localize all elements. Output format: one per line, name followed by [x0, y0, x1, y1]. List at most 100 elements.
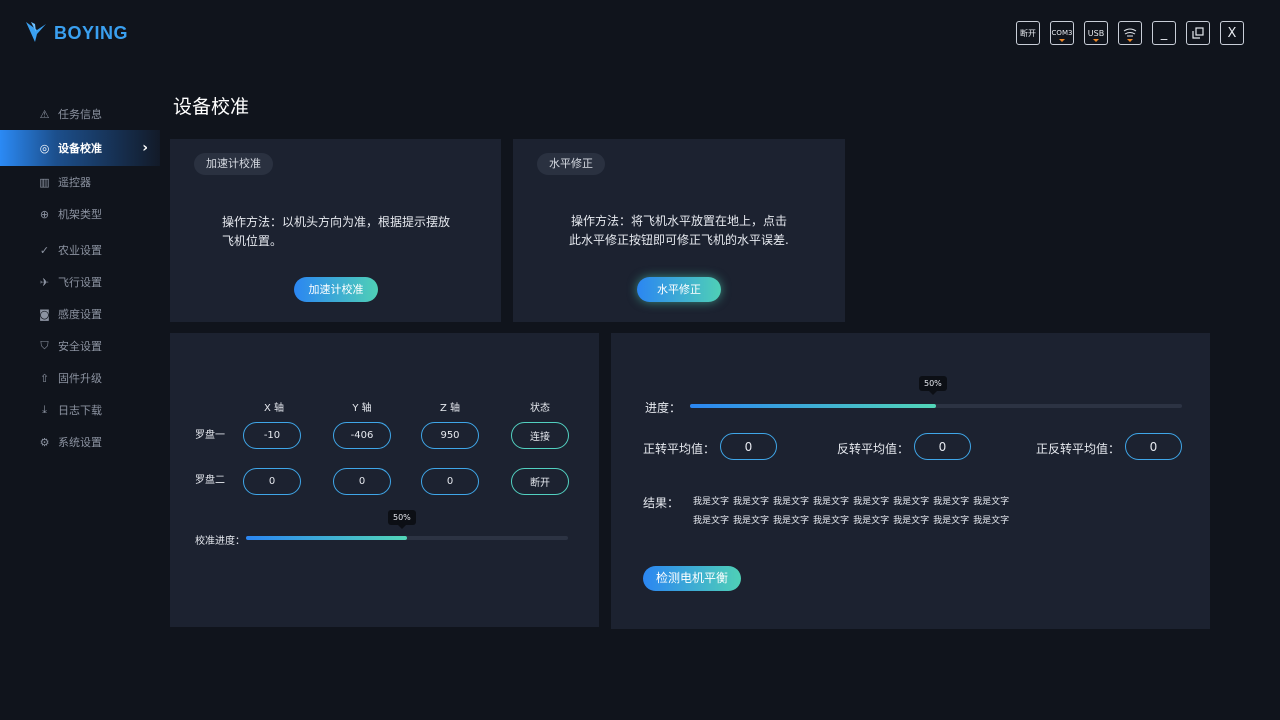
status-marker	[1059, 39, 1065, 42]
sidebar-item-firmware[interactable]: ⇧ 固件升级	[0, 362, 160, 394]
sidebar-item-agriculture[interactable]: ✓ 农业设置	[0, 234, 160, 266]
restore-button[interactable]	[1186, 21, 1210, 45]
result-item: 我是文字	[773, 497, 810, 507]
sidebar-item-label: 机架类型	[58, 208, 102, 221]
col-header-state: 状态	[530, 403, 550, 414]
forward-avg-value: 0	[720, 433, 777, 460]
combined-avg-value: 0	[1125, 433, 1182, 460]
motor-progress-tooltip: 50%	[919, 376, 947, 395]
result-item: 我是文字	[973, 516, 1010, 526]
level-instruction-line1: 操作方法：将飞机水平放置在地上，点击	[571, 214, 788, 228]
accel-tag: 加速计校准	[194, 153, 273, 175]
sidebar-item-label: 感度设置	[58, 308, 102, 321]
compass-progress-tooltip: 50%	[388, 510, 416, 529]
sidebar-item-label: 设备校准	[58, 142, 102, 155]
result-item: 我是文字	[893, 516, 930, 526]
compass1-z-value: 950	[421, 422, 479, 449]
sidebar-item-label: 日志下载	[58, 404, 102, 417]
com-port-button[interactable]: COM3	[1050, 21, 1074, 45]
sidebar-item-label: 飞行设置	[58, 276, 102, 289]
disconnect-button[interactable]: 断开	[1016, 21, 1040, 45]
usb-button[interactable]: USB	[1084, 21, 1108, 45]
compass-icon: ◎	[39, 141, 50, 155]
accel-calibrate-button[interactable]: 加速计校准	[294, 277, 378, 302]
check-motor-balance-button[interactable]: 检测电机平衡	[643, 566, 741, 591]
sidebar-item-system[interactable]: ⚙ 系统设置	[0, 426, 160, 458]
close-button[interactable]: X	[1220, 21, 1244, 45]
result-item: 我是文字	[893, 497, 930, 507]
level-correction-panel: 水平修正 操作方法：将飞机水平放置在地上，点击 此水平修正按钮即可修正飞机的水平…	[513, 139, 845, 322]
level-instruction-line2: 此水平修正按钮即可修正飞机的水平误差.	[569, 233, 789, 247]
accel-calibration-panel: 加速计校准 操作方法：以机头方向为准，根据提示摆放 飞机位置。 加速计校准	[170, 139, 501, 322]
shield-icon: ⛉	[40, 339, 49, 352]
accel-instruction-line2: 飞机位置。	[222, 234, 283, 248]
crosshair-icon: ⊕	[39, 207, 50, 221]
sidebar: ⚠ 任务信息 ◎ 设备校准 › ▥ 遥控器 ⊕ 机架类型 ✓ 农业设置 ✈ 飞行…	[0, 98, 160, 458]
compass-progress-fill	[246, 536, 407, 540]
status-marker	[1093, 39, 1099, 42]
result-text: 我是文字 我是文字 我是文字 我是文字 我是文字 我是文字 我是文字 我是文字 我是文字 我是文…	[693, 493, 1033, 531]
remote-icon: ▥	[39, 175, 50, 189]
compass2-state-button[interactable]: 断开	[511, 468, 569, 495]
com-port-label: COM3	[1051, 29, 1073, 37]
compass2-z-value: 0	[421, 468, 479, 495]
sidebar-item-label: 任务信息	[58, 108, 102, 121]
result-item: 我是文字	[973, 497, 1010, 507]
reverse-avg-value: 0	[914, 433, 971, 460]
sidebar-item-task-info[interactable]: ⚠ 任务信息	[0, 98, 160, 130]
col-header-y: Y 轴	[352, 403, 372, 414]
sidebar-item-remote[interactable]: ▥ 遥控器	[0, 166, 160, 198]
reverse-avg-label: 反转平均值：	[837, 442, 910, 456]
sidebar-item-frame-type[interactable]: ⊕ 机架类型	[0, 198, 160, 230]
close-label: X	[1227, 25, 1237, 41]
usb-label: USB	[1087, 28, 1105, 38]
sidebar-item-safety[interactable]: ⛉ 安全设置	[0, 330, 160, 362]
result-item: 我是文字	[693, 516, 730, 526]
result-item: 我是文字	[933, 497, 970, 507]
drone-icon-button[interactable]	[1118, 21, 1142, 45]
boying-logo-icon	[26, 22, 46, 42]
result-item: 我是文字	[813, 497, 850, 507]
level-instruction: 操作方法：将飞机水平放置在地上，点击 此水平修正按钮即可修正飞机的水平误差.	[569, 212, 789, 250]
sidebar-item-label: 系统设置	[58, 436, 102, 449]
minimize-button[interactable]: _	[1152, 21, 1176, 45]
result-item: 我是文字	[853, 497, 890, 507]
gear-icon: ⚙	[39, 435, 50, 449]
leaf-icon: ✓	[39, 243, 50, 257]
result-label: 结果：	[643, 496, 680, 510]
motor-progress-bar	[690, 404, 1182, 408]
compass1-y-value: -406	[333, 422, 391, 449]
sidebar-item-label: 固件升级	[58, 372, 102, 385]
result-item: 我是文字	[813, 516, 850, 526]
motor-progress-label: 进度：	[645, 401, 682, 415]
accel-instruction-line1: 操作方法：以机头方向为准，根据提示摆放	[222, 215, 451, 229]
compass-progress-label: 校准进度：	[195, 536, 245, 547]
warning-icon: ⚠	[39, 107, 50, 121]
sidebar-item-sensitivity[interactable]: ◙ 感度设置	[0, 298, 160, 330]
sidebar-item-flight[interactable]: ✈ 飞行设置	[0, 266, 160, 298]
compass-panel: X 轴 Y 轴 Z 轴 状态 罗盘一 -10 -406 950 连接 罗盘二 0…	[170, 333, 599, 627]
disconnect-label: 断开	[1020, 28, 1036, 38]
page-title: 设备校准	[173, 96, 250, 118]
compass2-y-value: 0	[333, 468, 391, 495]
sidebar-item-label: 遥控器	[58, 176, 91, 189]
plane-icon: ✈	[39, 275, 50, 289]
restore-icon	[1192, 27, 1204, 39]
compass1-state-button[interactable]: 连接	[511, 422, 569, 449]
forward-avg-label: 正转平均值：	[643, 442, 716, 456]
status-marker	[1127, 39, 1133, 42]
drone-icon	[1123, 28, 1137, 37]
compass-row-label: 罗盘二	[195, 475, 225, 486]
sidebar-item-device-calibration[interactable]: ◎ 设备校准 ›	[0, 130, 160, 166]
upgrade-icon: ⇧	[39, 371, 50, 385]
level-correct-button[interactable]: 水平修正	[637, 277, 721, 302]
sidebar-item-label: 农业设置	[58, 244, 102, 257]
result-item: 我是文字	[693, 497, 730, 507]
combined-avg-label: 正反转平均值：	[1036, 442, 1121, 456]
motor-progress-fill	[690, 404, 936, 408]
compass-row-label: 罗盘一	[195, 430, 225, 441]
compass1-x-value: -10	[243, 422, 301, 449]
level-tag: 水平修正	[537, 153, 605, 175]
result-item: 我是文字	[933, 516, 970, 526]
sidebar-item-logs[interactable]: ⤓ 日志下载	[0, 394, 160, 426]
